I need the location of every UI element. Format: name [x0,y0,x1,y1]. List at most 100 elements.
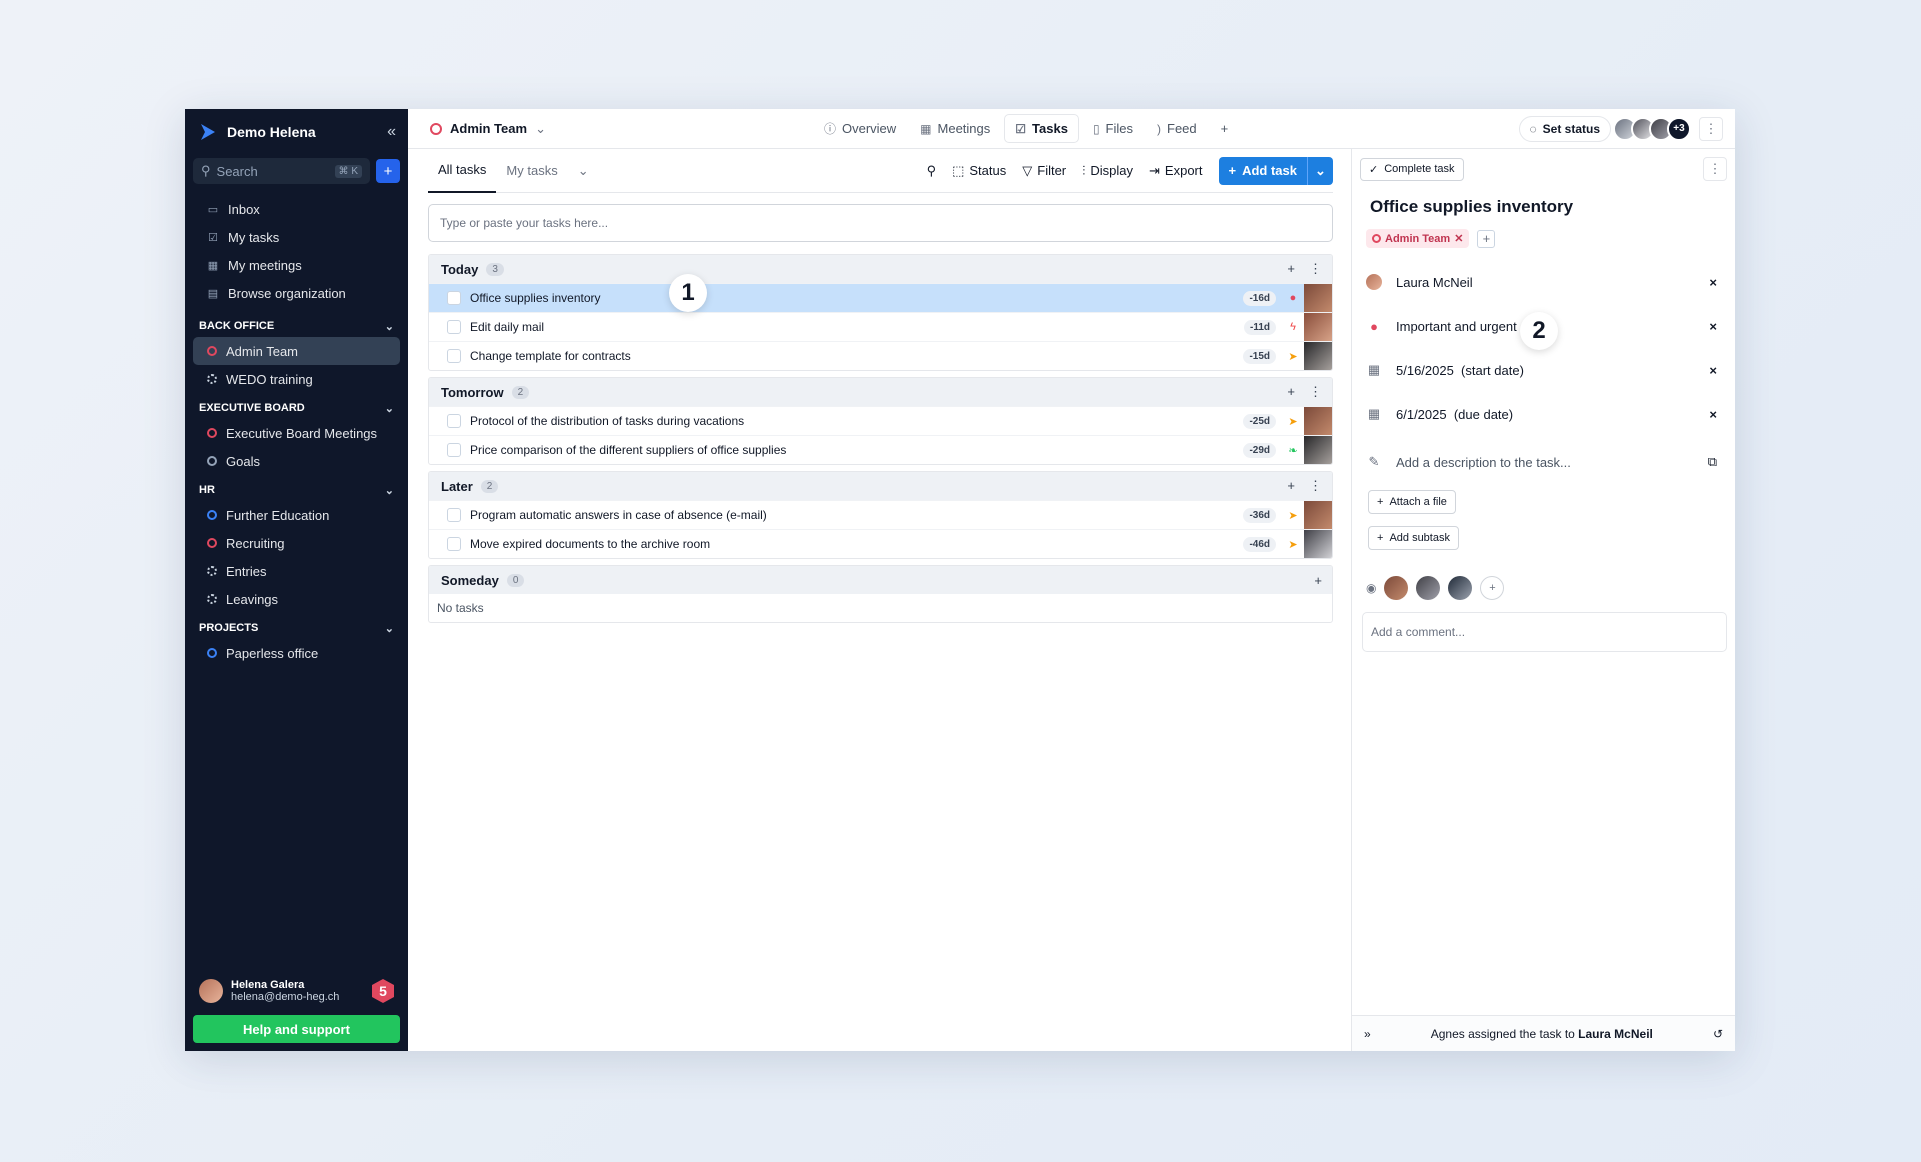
expand-icon[interactable]: » [1364,1027,1371,1041]
more-options-icon[interactable]: ⋮ [1699,116,1723,141]
add-subtask-button[interactable]: + Add subtask [1368,526,1459,550]
description-field[interactable]: ✎ Add a description to the task... ⧉ [1352,440,1735,484]
sidebar-item-paperless-office[interactable]: Paperless office [193,639,400,667]
filter-button[interactable]: ▽ Filter [1022,163,1066,179]
search-button[interactable]: ⚲ [927,163,937,179]
section-executive-board[interactable]: EXECUTIVE BOARD ⌄ [185,397,408,419]
tab-files[interactable]: ▯ Files [1083,115,1143,142]
task-row[interactable]: Edit daily mail -11d ϟ [429,312,1332,342]
add-tab-button[interactable]: + [1211,115,1239,142]
set-status-button[interactable]: ◌ Set status [1518,115,1611,142]
task-checkbox[interactable] [447,537,461,551]
group-header[interactable]: Someday 0 + [429,566,1332,594]
plus-icon[interactable]: + [1287,478,1295,494]
tab-overview[interactable]: ⓘ Overview [814,114,906,143]
group-header[interactable]: Tomorrow 2 + ⋮ [429,378,1332,406]
sidebar-item-my-meetings[interactable]: ▦ My meetings [193,251,400,279]
task-title[interactable]: Price comparison of the different suppli… [470,443,786,457]
start-date-field[interactable]: ▦ 5/16/2025 (start date) × [1352,348,1735,392]
sidebar-item-goals[interactable]: Goals [193,447,400,475]
team-tag[interactable]: Admin Team ✕ [1366,229,1470,248]
section-back-office[interactable]: BACK OFFICE ⌄ [185,315,408,337]
team-members[interactable]: +3 [1613,116,1691,141]
sidebar-item-entries[interactable]: Entries [193,557,400,585]
avatar[interactable] [1384,576,1409,600]
history-icon[interactable]: ↺ [1713,1027,1723,1041]
sidebar-item-recruiting[interactable]: Recruiting [193,529,400,557]
close-icon[interactable]: ✕ [1454,232,1463,245]
task-row[interactable]: Office supplies inventory -16d ● [429,283,1332,313]
group-header[interactable]: Today 3 + ⋮ [429,255,1332,283]
task-title[interactable]: Edit daily mail [470,320,544,334]
tab-all-tasks[interactable]: All tasks [428,149,497,193]
task-row[interactable]: Program automatic answers in case of abs… [429,500,1332,530]
more-options-icon[interactable]: ⋮ [1309,261,1322,277]
sidebar-item-browse-organization[interactable]: ▤ Browse organization [193,279,400,307]
add-watcher-icon[interactable]: + [1480,576,1505,600]
due-date-field[interactable]: ▦ 6/1/2025 (due date) × [1352,392,1735,436]
task-title[interactable]: Protocol of the distribution of tasks du… [470,414,744,428]
task-title[interactable]: Move expired documents to the archive ro… [470,537,710,551]
sidebar-item-my-tasks[interactable]: ☑ My tasks [193,223,400,251]
task-title-heading[interactable]: Office supplies inventory [1352,189,1735,217]
close-icon[interactable]: × [1709,407,1717,422]
assignee-field[interactable]: Laura McNeil × [1352,260,1735,304]
tab-feed[interactable]: ) Feed [1147,115,1207,142]
sidebar-item-further-education[interactable]: Further Education [193,501,400,529]
notification-badge[interactable]: 5 [372,979,394,1003]
team-switcher[interactable]: Admin Team ⌄ [430,121,546,137]
close-icon[interactable]: × [1709,363,1717,378]
task-row[interactable]: Change template for contracts -15d ➤ [429,341,1332,370]
tab-my-tasks[interactable]: My tasks [496,149,567,193]
group-header[interactable]: Later 2 + ⋮ [429,472,1332,500]
task-checkbox[interactable] [447,443,461,457]
add-button[interactable]: + [376,159,400,183]
tab-tasks[interactable]: ☑ Tasks [1004,114,1079,143]
task-title[interactable]: Change template for contracts [470,349,631,363]
add-task-dropdown-icon[interactable]: ⌄ [1307,156,1333,185]
task-row[interactable]: Move expired documents to the archive ro… [429,529,1332,558]
plus-icon[interactable]: + [1314,573,1322,588]
more-options-icon[interactable]: ⋮ [1309,478,1322,494]
task-row[interactable]: Price comparison of the different suppli… [429,435,1332,464]
plus-icon[interactable]: + [1287,261,1295,277]
task-title[interactable]: Office supplies inventory [470,291,601,305]
section-hr[interactable]: HR ⌄ [185,479,408,501]
task-checkbox[interactable] [447,414,461,428]
sidebar-item-wedo-training[interactable]: WEDO training [193,365,400,393]
more-options-icon[interactable]: ⋮ [1309,384,1322,400]
task-checkbox[interactable] [447,291,461,305]
task-checkbox[interactable] [447,508,461,522]
comment-input[interactable]: Add a comment... [1362,612,1727,652]
tab-meetings[interactable]: ▦ Meetings [910,115,1000,142]
sidebar-item-leavings[interactable]: Leavings [193,585,400,613]
sidebar-item-executive-board-meetings[interactable]: Executive Board Meetings [193,419,400,447]
export-button[interactable]: ⇥ Export [1149,163,1202,179]
task-checkbox[interactable] [447,349,461,363]
close-icon[interactable]: × [1709,319,1717,334]
complete-task-button[interactable]: ✓ Complete task [1360,157,1464,181]
task-checkbox[interactable] [447,320,461,334]
close-icon[interactable]: × [1709,275,1717,290]
views-dropdown-icon[interactable]: ⌄ [568,149,599,193]
sidebar-item-inbox[interactable]: ▭ Inbox [193,195,400,223]
status-button[interactable]: ⬚ Status [952,163,1006,179]
plus-icon[interactable]: + [1287,384,1295,400]
task-row[interactable]: Protocol of the distribution of tasks du… [429,406,1332,436]
more-options-icon[interactable]: ⋮ [1703,157,1727,181]
task-title[interactable]: Program automatic answers in case of abs… [470,508,767,522]
add-tag-button[interactable]: + [1477,229,1496,248]
help-and-support-button[interactable]: Help and support [193,1015,400,1043]
attach-file-button[interactable]: + Attach a file [1368,490,1456,514]
external-link-icon[interactable]: ⧉ [1708,454,1717,470]
display-button[interactable]: ⫶ Display [1082,163,1133,179]
sidebar-search[interactable]: ⚲ Search ⌘ K [193,158,370,184]
add-task-button[interactable]: + Add task [1219,157,1308,185]
collapse-sidebar-icon[interactable]: « [387,123,396,141]
quick-task-input[interactable]: Type or paste your tasks here... [428,204,1333,242]
section-projects[interactable]: PROJECTS ⌄ [185,617,408,639]
sidebar-item-admin-team[interactable]: Admin Team [193,337,400,365]
user-profile[interactable]: Helena Galera helena@demo-heg.ch 5 [193,975,400,1007]
avatar[interactable] [1416,576,1441,600]
avatar[interactable] [1448,576,1473,600]
